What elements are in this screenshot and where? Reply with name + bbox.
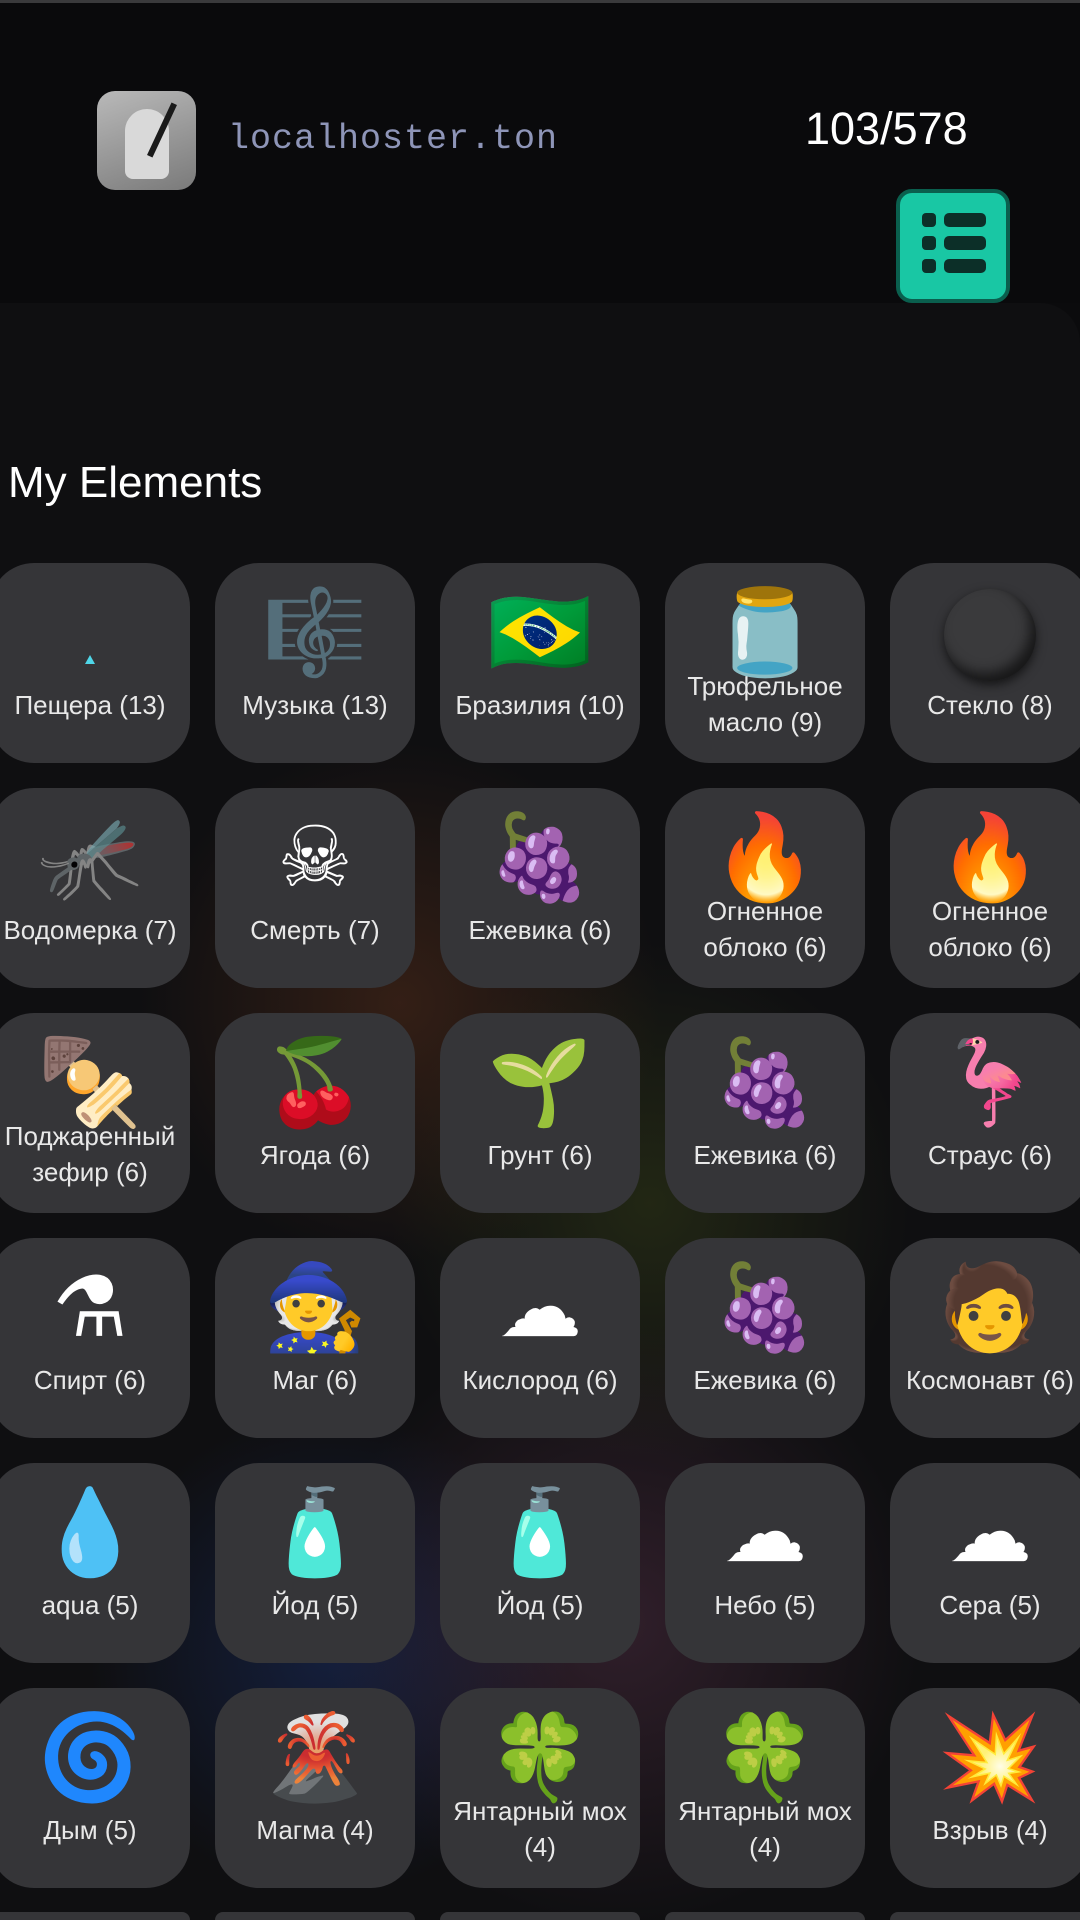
element-tile[interactable]: 🎼 Музыка (13) [215,563,415,763]
sky-icon: ☁ [723,1483,807,1581]
element-label: Кислород (6) [462,1365,618,1395]
element-label: Сера (5) [939,1590,1041,1620]
blackberry-icon: 🍇 [712,1258,818,1356]
element-label: Стекло (8) [927,690,1053,720]
element-tile[interactable]: 🧑 Космонавт (6) [890,1238,1080,1438]
next-row-tile-peek [215,1912,415,1920]
element-label: Ежевика (6) [468,915,612,945]
element-label: Небо (5) [714,1590,816,1620]
element-tile[interactable]: 🍇 Ежевика (6) [440,788,640,988]
element-tile[interactable]: ⚗ Спирт (6) [0,1238,190,1438]
oxygen-cloud-icon: ☁ [498,1258,582,1356]
element-label: Янтарный мох (4) [678,1796,852,1862]
wizard-icon: 🧙 [262,1258,368,1356]
element-tile[interactable]: 🍢 Поджаренный зефир (6) [0,1013,190,1213]
soil-icon: 🌱 [487,1033,593,1131]
element-tile[interactable]: ☁ Кислород (6) [440,1238,640,1438]
element-label: Взрыв (4) [932,1815,1048,1845]
smoke-swirl-icon: 🌀 [37,1708,143,1806]
next-row-tile-peek [665,1912,865,1920]
element-label: Ежевика (6) [693,1140,837,1170]
element-tile[interactable]: 🌱 Грунт (6) [440,1013,640,1213]
element-tile[interactable]: 💧 aqua (5) [0,1463,190,1663]
element-label: Музыка (13) [242,690,388,720]
element-label: Ягода (6) [259,1140,371,1170]
magma-icon: 🌋 [262,1708,368,1806]
skull-icon: ☠ [277,808,353,906]
element-label: Йод (5) [496,1590,584,1620]
element-label: Бразилия (10) [455,690,625,720]
astronaut-icon: 🧑 [937,1258,1043,1356]
element-tile[interactable]: 🦟 Водомерка (7) [0,788,190,988]
element-label: Спирт (6) [33,1365,147,1395]
next-row-tile-peek [0,1912,190,1920]
element-tile[interactable]: 🔥 Огненное облоко (6) [665,788,865,988]
blackberry-icon: 🍇 [712,1033,818,1131]
element-tile[interactable]: 🍀 Янтарный мох (4) [665,1688,865,1888]
elements-grid: Пещера (13) 🎼 Музыка (13) 🇧🇷 Бразилия (10) 🫙 Т… [0,0,1080,1920]
berry-icon: 🍒 [262,1033,368,1131]
element-tile[interactable]: 🧴 Йод (5) [440,1463,640,1663]
element-tile[interactable]: Пещера (13) [0,563,190,763]
brazil-flag-icon: 🇧🇷 [487,583,593,681]
element-tile[interactable]: 🌀 Дым (5) [0,1688,190,1888]
element-tile[interactable]: 💥 Взрыв (4) [890,1688,1080,1888]
element-tile[interactable]: ☁ Сера (5) [890,1463,1080,1663]
element-label: Страус (6) [927,1140,1053,1170]
iodine-bottle-icon: 🧴 [487,1483,593,1581]
glass-icon [890,577,1080,687]
element-tile[interactable]: 🇧🇷 Бразилия (10) [440,563,640,763]
element-tile[interactable]: 🧴 Йод (5) [215,1463,415,1663]
element-tile[interactable]: 🍇 Ежевика (6) [665,1013,865,1213]
cave-icon [0,577,190,687]
element-tile[interactable]: 🔥 Огненное облоко (6) [890,788,1080,988]
element-tile[interactable]: 🍀 Янтарный мох (4) [440,1688,640,1888]
element-label: Пещера (13) [14,690,166,720]
element-tile[interactable]: 🍒 Ягода (6) [215,1013,415,1213]
element-label: Грунт (6) [487,1140,593,1170]
water-strider-icon: 🦟 [37,808,143,906]
element-label: Поджаренный зефир (6) [4,1121,176,1187]
element-label: Дым (5) [43,1815,137,1845]
next-row-tile-peek [890,1912,1080,1920]
sulfur-dioxide-icon: ☁ [948,1483,1032,1581]
element-label: Трюфельное масло (9) [687,671,843,737]
element-label: Смерть (7) [250,915,380,945]
blackberry-icon: 🍇 [487,808,593,906]
element-tile[interactable]: 🌋 Магма (4) [215,1688,415,1888]
element-label: Огненное облоко (6) [703,896,827,962]
element-label: Йод (5) [271,1590,359,1620]
explosion-icon: 💥 [937,1708,1043,1806]
element-label: Водомерка (7) [3,915,177,945]
element-tile[interactable]: Стекло (8) [890,563,1080,763]
element-label: Магма (4) [256,1815,374,1845]
next-row-tile-peek [440,1912,640,1920]
element-tile[interactable]: 🫙 Трюфельное масло (9) [665,563,865,763]
water-drop-icon: 💧 [37,1483,143,1581]
element-label: Огненное облоко (6) [928,896,1052,962]
element-label: aqua (5) [41,1590,139,1620]
element-tile[interactable]: 🍇 Ежевика (6) [665,1238,865,1438]
element-label: Ежевика (6) [693,1365,837,1395]
element-label: Янтарный мох (4) [453,1796,627,1862]
music-icon: 🎼 [262,583,368,681]
iodine-bottle-icon: 🧴 [262,1483,368,1581]
element-tile[interactable]: ☁ Небо (5) [665,1463,865,1663]
element-tile[interactable]: 🧙 Маг (6) [215,1238,415,1438]
element-tile[interactable]: ☠ Смерть (7) [215,788,415,988]
element-tile[interactable]: 🦩 Страус (6) [890,1013,1080,1213]
alcohol-flask-icon: ⚗ [52,1258,128,1356]
ostrich-icon: 🦩 [937,1033,1043,1131]
element-label: Космонавт (6) [906,1365,1074,1395]
element-label: Маг (6) [272,1365,358,1395]
